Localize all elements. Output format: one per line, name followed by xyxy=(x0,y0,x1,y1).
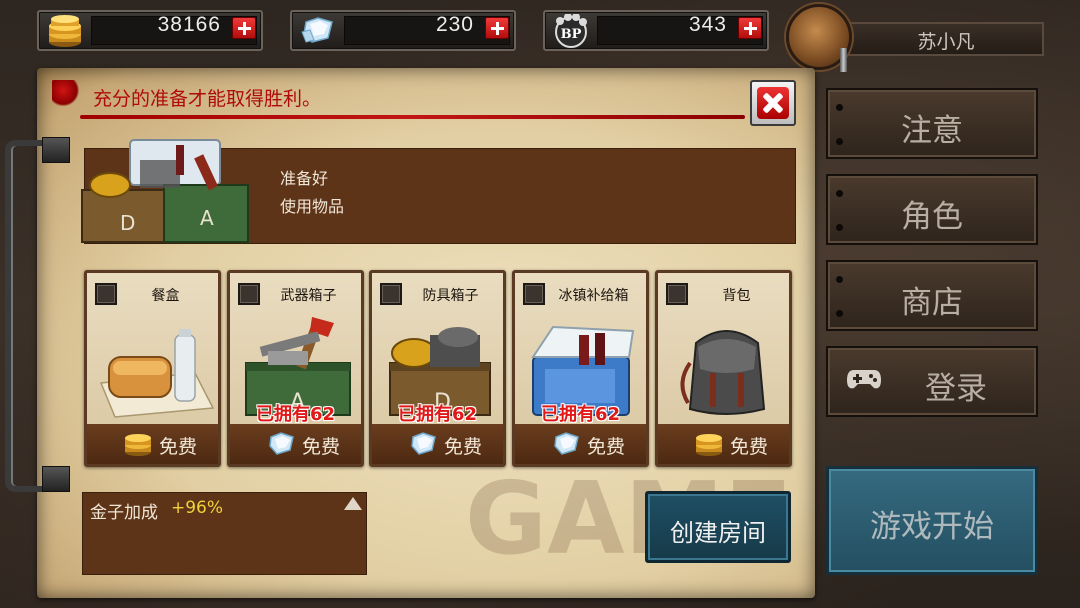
diamond-resource: 230 xyxy=(290,10,516,51)
bonus-value: +96% xyxy=(171,498,224,518)
shop-button[interactable]: 商店 xyxy=(826,260,1038,331)
item-price: 免费 xyxy=(159,436,198,458)
add-diamond-button[interactable] xyxy=(485,17,509,39)
item-card-lunchbox[interactable]: 餐盒 免费 xyxy=(84,270,221,467)
gold-amount: 38166 xyxy=(157,13,221,36)
backpack-illustration xyxy=(680,330,766,415)
expand-up-arrow-icon[interactable] xyxy=(344,497,362,510)
bp-resource: BP 343 xyxy=(543,10,769,51)
item-card-weapon-crate[interactable]: 武器箱子 A 已拥有62 免费 xyxy=(227,270,364,467)
item-checkbox[interactable] xyxy=(95,283,117,305)
item-price-bar: 免费 xyxy=(658,424,789,464)
create-room-label: 创建房间 xyxy=(670,519,766,547)
item-title: 防具箱子 xyxy=(422,288,479,304)
info-line-2: 使用物品 xyxy=(280,197,345,216)
item-owned-count: 已拥有62 xyxy=(255,404,336,425)
gold-resource: 38166 xyxy=(37,10,263,51)
close-icon xyxy=(757,87,789,119)
item-price: 免费 xyxy=(730,436,769,458)
gamepad-icon xyxy=(847,370,881,389)
panel-headline: 充分的准备才能取得胜利。 xyxy=(93,88,322,110)
player-name-box[interactable]: 苏小凡 xyxy=(848,22,1044,56)
item-checkbox[interactable] xyxy=(666,283,688,305)
shop-label: 商店 xyxy=(901,285,963,321)
binder-clip-top xyxy=(42,137,70,163)
notice-label: 注意 xyxy=(901,113,963,149)
add-bp-button[interactable] xyxy=(738,17,762,39)
info-line-1: 准备好 xyxy=(280,169,329,188)
binder-clip-bottom xyxy=(42,466,70,492)
binder-clip xyxy=(5,140,57,492)
start-game-button[interactable]: 游戏开始 xyxy=(826,466,1038,575)
item-price-bar: 免费 xyxy=(372,424,503,464)
blood-splatter xyxy=(52,80,80,106)
bonus-label: 金子加成 xyxy=(90,503,158,523)
notice-button[interactable]: 注意 xyxy=(826,88,1038,159)
item-checkbox[interactable] xyxy=(380,283,402,305)
headline-underline xyxy=(80,115,745,119)
item-price: 免费 xyxy=(444,436,483,458)
item-checkbox[interactable] xyxy=(523,283,545,305)
svg-text:D: D xyxy=(120,211,135,235)
close-button[interactable] xyxy=(750,80,796,126)
diamond-amount: 230 xyxy=(435,13,474,36)
item-price-bar: 免费 xyxy=(87,424,218,464)
gold-coin-stack-icon xyxy=(125,434,151,456)
item-title: 冰镇补给箱 xyxy=(558,288,629,304)
item-card-ice-supply-crate[interactable]: 冰镇补给箱 已拥有62 免费 xyxy=(512,270,649,467)
item-owned-count: 已拥有62 xyxy=(397,404,478,425)
gold-coin-stack-icon xyxy=(696,434,722,456)
item-price: 免费 xyxy=(587,436,626,458)
bp-badge-text: BP xyxy=(561,27,582,42)
character-button[interactable]: 角色 xyxy=(826,174,1038,245)
diamond-icon xyxy=(411,432,436,455)
create-room-button[interactable]: 创建房间 xyxy=(645,491,791,563)
item-owned-count: 已拥有62 xyxy=(540,404,621,425)
item-card-armor-crate[interactable]: 防具箱子 D 已拥有62 免费 xyxy=(369,270,506,467)
item-card-backpack[interactable]: 背包 免费 xyxy=(655,270,792,467)
item-title: 背包 xyxy=(722,288,751,304)
character-label: 角色 xyxy=(901,199,963,235)
bp-paw-icon: BP xyxy=(555,14,587,48)
diamond-icon xyxy=(554,432,579,455)
bread-water-illustration xyxy=(99,329,215,418)
item-title: 武器箱子 xyxy=(280,288,337,304)
login-label: 登录 xyxy=(925,371,987,407)
start-game-label: 游戏开始 xyxy=(870,509,994,545)
add-gold-button[interactable] xyxy=(232,17,256,39)
gold-coin-stack-icon xyxy=(49,15,81,47)
item-checkbox[interactable] xyxy=(238,283,260,305)
item-price: 免费 xyxy=(302,436,341,458)
item-price-bar: 免费 xyxy=(515,424,646,464)
supply-crates-illustration: D A xyxy=(81,139,249,243)
diamond-icon xyxy=(269,432,294,455)
player-name: 苏小凡 xyxy=(917,31,975,53)
item-title: 餐盒 xyxy=(151,288,180,304)
diamond-icon xyxy=(301,17,333,43)
item-price-bar: 免费 xyxy=(230,424,361,464)
bp-amount: 343 xyxy=(688,13,727,36)
avatar-pin xyxy=(840,48,847,72)
svg-text:A: A xyxy=(200,206,214,230)
